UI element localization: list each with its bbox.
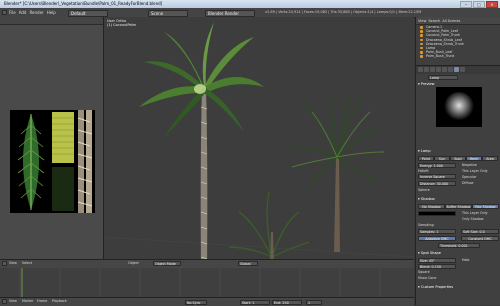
energy-field[interactable]: Energy: 1.000	[418, 163, 456, 168]
lamp-section-header[interactable]: Lamp	[418, 149, 499, 154]
ray-shadow-button[interactable]: Ray Shadow	[472, 204, 499, 209]
window-title: Blender* [C:\Users\Blender\_Vegetation\B…	[4, 1, 163, 6]
object-icon	[420, 30, 423, 33]
properties-tabs	[416, 66, 500, 74]
samples-field[interactable]: Samples: 1	[418, 229, 456, 234]
specular-checkbox[interactable]: Specular	[462, 175, 500, 180]
no-shadow-button[interactable]: No Shadow	[418, 204, 445, 209]
timeline-marker-menu[interactable]: Marker	[22, 299, 36, 304]
constant-qmc-button[interactable]: Constant QMC	[461, 236, 499, 241]
timeline-ruler	[0, 268, 414, 299]
minimize-button[interactable]: −	[460, 1, 472, 8]
object-icon	[420, 51, 423, 54]
leaf-texture	[17, 114, 45, 210]
sampling-label: Sampling:	[418, 223, 435, 227]
adaptive-qmc-button[interactable]: Adaptive QMC	[418, 236, 456, 241]
texture-tab-icon[interactable]	[460, 67, 465, 72]
distance-field[interactable]: Distance: 30.000	[418, 181, 456, 186]
frond-strip-texture	[52, 112, 74, 163]
this-layer-only-checkbox[interactable]: This Layer Only	[462, 169, 500, 174]
render-engine-selector[interactable]: Blender Render	[205, 9, 255, 17]
only-shadow-checkbox[interactable]: Only Shadow	[462, 217, 500, 222]
bark-texture	[77, 110, 93, 213]
sync-selector[interactable]: No Sync	[185, 299, 207, 305]
spot-shape-section-header[interactable]: Spot Shape	[418, 251, 499, 256]
editor-type-icon[interactable]	[2, 299, 7, 304]
lamp-type-area[interactable]: Area	[482, 156, 498, 161]
menu-render[interactable]: Render	[29, 10, 43, 15]
start-frame-field[interactable]: Start: 1	[240, 299, 270, 305]
diffuse-checkbox[interactable]: Diffuse	[462, 181, 500, 186]
buffer-shadow-button[interactable]: Buffer Shadow	[445, 204, 472, 209]
menu-file[interactable]: File	[9, 10, 16, 15]
window-titlebar: Blender* [C:\Users\Blender\_Vegetation\B…	[0, 0, 500, 8]
maximize-button[interactable]: □	[473, 1, 485, 8]
menu-add[interactable]: Add	[19, 10, 27, 15]
menu-help[interactable]: Help	[47, 10, 56, 15]
editor-type-icon[interactable]	[2, 10, 7, 15]
layout-selector[interactable]: Default	[68, 9, 108, 17]
lamp-type-spot[interactable]: Spot	[450, 156, 466, 161]
negative-checkbox[interactable]: Negative	[462, 163, 500, 168]
current-frame-field[interactable]: 1	[306, 299, 322, 305]
constraints-tab-icon[interactable]	[442, 67, 447, 72]
object-icon	[420, 26, 423, 29]
lamp-name-field[interactable]: Lamp	[428, 75, 458, 80]
threshold-field[interactable]: Threshold: 0.001	[438, 243, 480, 248]
shadow-this-layer-checkbox[interactable]: This Layer Only	[462, 211, 500, 216]
shrub-texture	[52, 167, 74, 211]
timeline-playback-menu[interactable]: Playback	[52, 299, 70, 304]
falloff-dropdown[interactable]: Inverse Square	[418, 174, 456, 179]
sphere-checkbox[interactable]: Sphere	[418, 188, 456, 193]
scene-selector[interactable]: Scene	[148, 9, 188, 17]
coconut-palm-model[interactable]	[139, 22, 264, 267]
lamp-data-tab-icon[interactable]	[454, 67, 459, 72]
dracaena-shrub-model[interactable]	[291, 91, 385, 252]
3d-viewport[interactable]: User Ortho (1) CoconutPalm (0) Lamp	[104, 17, 414, 292]
object-icon	[420, 34, 423, 37]
outliner-header: View Search All Scenes	[416, 17, 500, 25]
lamp-type-hemi[interactable]: Hemi	[466, 156, 482, 161]
shadow-section-header[interactable]: Shadow	[418, 197, 499, 202]
scene-tab-icon[interactable]	[424, 67, 429, 72]
image-editor[interactable]	[0, 17, 104, 259]
modifiers-tab-icon[interactable]	[448, 67, 453, 72]
timeline-frame-menu[interactable]: Frame	[37, 299, 51, 304]
close-button[interactable]: ×	[486, 1, 498, 8]
outliner-item[interactable]: Palm_Bush_Trunk	[416, 54, 500, 58]
object-icon	[420, 38, 423, 42]
scene-stats: v2.69 | Verts:20,914 | Faces:19,082 | Tr…	[265, 10, 422, 14]
lamp-type-point[interactable]: Point	[418, 156, 434, 161]
world-tab-icon[interactable]	[430, 67, 435, 72]
object-icon	[420, 55, 423, 58]
object-icon	[420, 42, 423, 46]
object-tab-icon[interactable]	[436, 67, 441, 72]
image-editor-header	[0, 17, 103, 25]
palm-bush-model[interactable]	[228, 191, 310, 267]
lamp-preview	[436, 87, 482, 127]
outliner[interactable]: View Search All Scenes Camera.1 Coconut_…	[416, 17, 500, 66]
lamp-icon	[420, 46, 423, 50]
timeline-view-menu[interactable]: View	[9, 299, 21, 304]
outliner-view-menu[interactable]: View	[418, 19, 426, 23]
render-tab-icon[interactable]	[418, 67, 423, 72]
shadow-color-swatch[interactable]	[418, 211, 456, 216]
texture-image	[10, 110, 95, 213]
lamp-type-sun[interactable]: Sun	[434, 156, 450, 161]
soft-size-field[interactable]: Soft Size: 0.0	[461, 229, 499, 234]
end-frame-field[interactable]: End: 250	[272, 299, 302, 305]
outliner-display-mode[interactable]: All Scenes	[442, 19, 460, 23]
outliner-search-menu[interactable]: Search	[428, 19, 440, 23]
